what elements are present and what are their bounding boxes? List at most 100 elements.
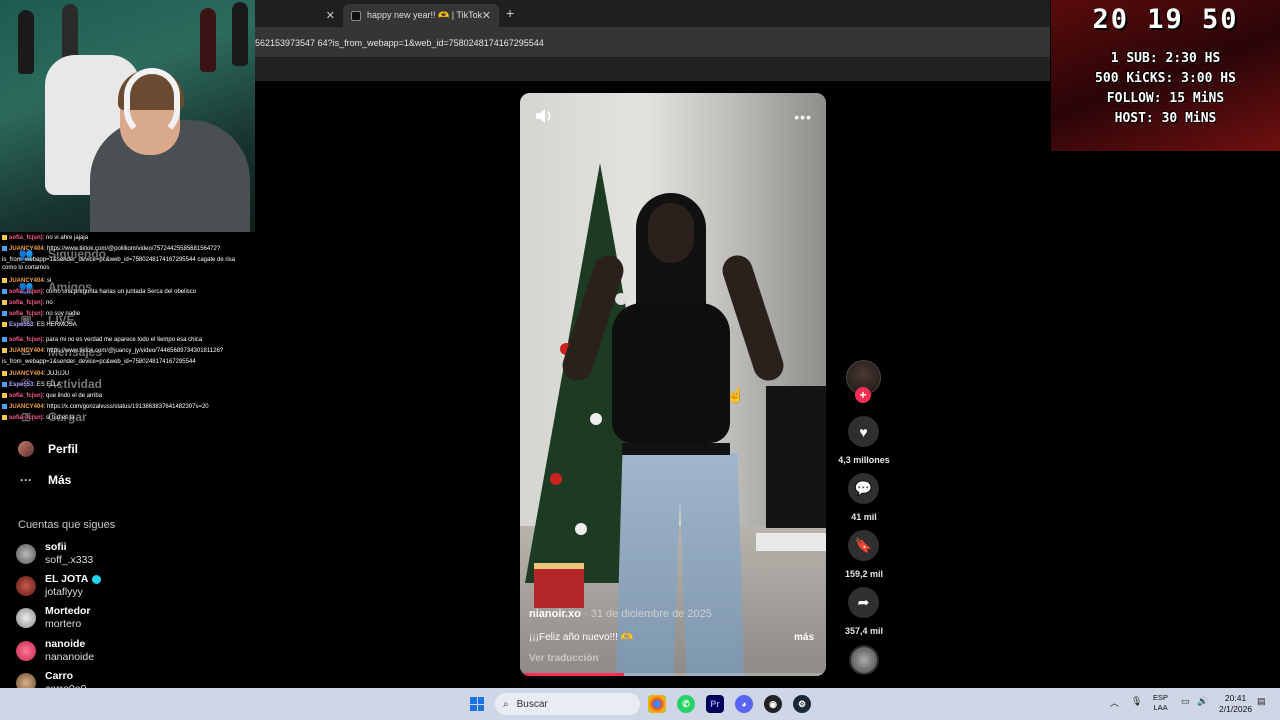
chat-badge-icon	[2, 299, 7, 305]
network-icon[interactable]: ▭	[1181, 696, 1190, 707]
language-code: ESP	[1153, 693, 1169, 702]
dancer-top-image	[612, 303, 730, 443]
more-icon: ···	[20, 473, 32, 487]
like-count: 4,3 millones	[838, 455, 890, 465]
save-button[interactable]: 🔖	[848, 530, 879, 561]
chat-message: JUANCY404: https://www.tiktok.com/@polil…	[2, 245, 220, 253]
chat-text: : no	[42, 300, 53, 306]
subathon-rule: 1 SUB: 2:30 HS	[1110, 51, 1221, 66]
chat-message: sofia_fc(sn): no vi ahre jajaja	[2, 234, 88, 242]
chat-message: is_from_webapp=1&sender_device=pc&web_id…	[2, 256, 235, 264]
windows-start-icon[interactable]	[470, 697, 484, 711]
notification-icon[interactable]: ▤	[1257, 696, 1266, 707]
bookmark-icon: 🔖	[854, 537, 873, 553]
chrome-icon[interactable]	[648, 695, 666, 713]
chat-message: Espe553: ES HERMOSA	[2, 321, 77, 329]
chat-text: : ES HERMOSA	[33, 322, 77, 328]
steam-icon[interactable]: ⚙	[793, 695, 811, 713]
gift-box-image	[534, 563, 584, 608]
following-user: jotaflyyy	[45, 586, 83, 598]
chat-message: sofia_fc(sn): si bid es la	[2, 414, 74, 422]
address-bar[interactable]: 562153973547 64?is_from_webapp=1&web_id=…	[255, 27, 1050, 57]
chat-username: Espe553	[9, 382, 34, 388]
dancer-face-image	[648, 203, 694, 263]
sound-disc-icon[interactable]	[849, 645, 879, 675]
taskbar-search[interactable]: ⌕ Buscar	[495, 693, 640, 715]
sidebar-item-label: Perfil	[48, 442, 79, 456]
tab-tiktok[interactable]: happy new year!! 🫶 | TikTok ✕	[343, 4, 499, 27]
follow-plus-icon[interactable]: +	[855, 387, 871, 403]
more-options-icon[interactable]: •••	[794, 109, 812, 125]
heart-icon: ♥	[859, 423, 868, 440]
discord-icon[interactable]: ◕	[735, 695, 753, 713]
comment-button[interactable]: 💬	[848, 473, 879, 504]
chat-text: : https://www.tiktok.com/@polilliom/vide…	[43, 246, 221, 252]
chat-text: is_from_webapp=1&sender_device=pc&web_id…	[2, 359, 196, 365]
clock[interactable]: 20:41 2/1/2026	[1219, 693, 1252, 715]
following-item[interactable]: sofii soff_.x333	[16, 541, 93, 567]
new-tab-plus-icon[interactable]: +	[506, 5, 514, 21]
verified-badge-icon	[92, 574, 102, 584]
sidebar-item-more[interactable]: ··· Más	[18, 473, 71, 487]
chat-username: JUANCY404	[9, 404, 44, 410]
share-count: 357,4 mil	[844, 626, 884, 636]
chat-badge-icon	[2, 336, 7, 342]
chat-username: sofia_fc(sn)	[9, 235, 43, 241]
ornament-image	[590, 413, 602, 425]
post-date: · 31 de diciembre de 2025	[580, 608, 712, 620]
chat-text: : JUJUJU	[43, 371, 70, 377]
premiere-icon[interactable]: Pr	[706, 695, 724, 713]
more-text-button[interactable]: más	[794, 632, 814, 643]
chat-username: JUANCY404	[9, 278, 44, 284]
chat-username: sofia_fc(sn)	[9, 393, 43, 399]
shelf-image	[756, 533, 826, 551]
video-player[interactable]: ••• nianoir.xo · 31 de diciembre de 2025…	[520, 93, 826, 676]
chat-badge-icon	[2, 245, 7, 251]
video-progress-fill	[520, 673, 625, 676]
tab-previous[interactable]: ✕	[255, 4, 343, 27]
dancer-belt-image	[622, 443, 730, 455]
video-progress-bar[interactable]	[520, 673, 826, 676]
ornament-image	[575, 523, 587, 535]
chat-badge-icon	[2, 381, 7, 387]
tiktok-favicon-icon	[351, 10, 361, 21]
bookmarks-bar	[255, 57, 1050, 81]
volume-icon[interactable]	[534, 107, 554, 125]
following-item[interactable]: EL JOTA jotaflyyy	[16, 573, 102, 599]
following-name: Carro	[45, 670, 74, 682]
close-icon[interactable]: ✕	[482, 9, 491, 22]
chat-username: JUANCY404	[9, 348, 44, 354]
whatsapp-icon[interactable]: ✆	[677, 695, 695, 713]
windows-taskbar: ⌕ Buscar ✆ Pr ◕ ◉ ⚙ ︿ 🎙 ESP LAA ▭ 🔊 20:4…	[0, 688, 1280, 720]
clock-date: 2/1/2026	[1219, 704, 1253, 714]
headset-image	[124, 68, 180, 138]
following-item[interactable]: nanoide nananoide	[16, 638, 94, 664]
chat-text: : ES ELLA	[33, 382, 62, 388]
url-text[interactable]: 562153973547 64?is_from_webapp=1&web_id=…	[255, 38, 544, 48]
following-name: EL JOTA	[45, 573, 102, 586]
chat-badge-icon	[2, 234, 7, 240]
translate-button[interactable]: Ver traducción	[529, 653, 814, 664]
like-button[interactable]: ♥	[848, 416, 879, 447]
following-user: nananoide	[45, 651, 95, 663]
sidebar-item-label: Más	[48, 473, 72, 487]
chat-message: JUANCY404: https://x.com/gonzalvuss/stat…	[2, 403, 209, 411]
chat-username: sofia_fc(sn)	[9, 300, 43, 306]
chat-message: sofia_fc(sn): para mi no es verdad me ap…	[2, 336, 202, 344]
chat-username: JUANCY404	[9, 246, 44, 252]
share-button[interactable]: ➦	[848, 587, 879, 618]
avatar	[16, 576, 36, 596]
speaker-icon[interactable]: 🔊	[1197, 696, 1208, 707]
sidebar-item-profile[interactable]: Perfil	[18, 441, 78, 457]
tray-chevron-icon[interactable]: ︿	[1110, 696, 1119, 709]
chat-badge-icon	[2, 403, 7, 409]
following-item[interactable]: Mortedor mortero	[16, 605, 91, 631]
language-indicator[interactable]: ESP LAA	[1153, 693, 1168, 713]
following-name: Mortedor	[45, 605, 91, 617]
obs-icon[interactable]: ◉	[764, 695, 782, 713]
microphone-icon[interactable]: 🎙	[1131, 696, 1142, 707]
author-name[interactable]: nianoir.xo	[529, 608, 581, 620]
ornament-image	[550, 473, 562, 485]
close-icon[interactable]: ✕	[326, 9, 335, 22]
chat-text: : que lindo el de arriba	[42, 393, 103, 399]
